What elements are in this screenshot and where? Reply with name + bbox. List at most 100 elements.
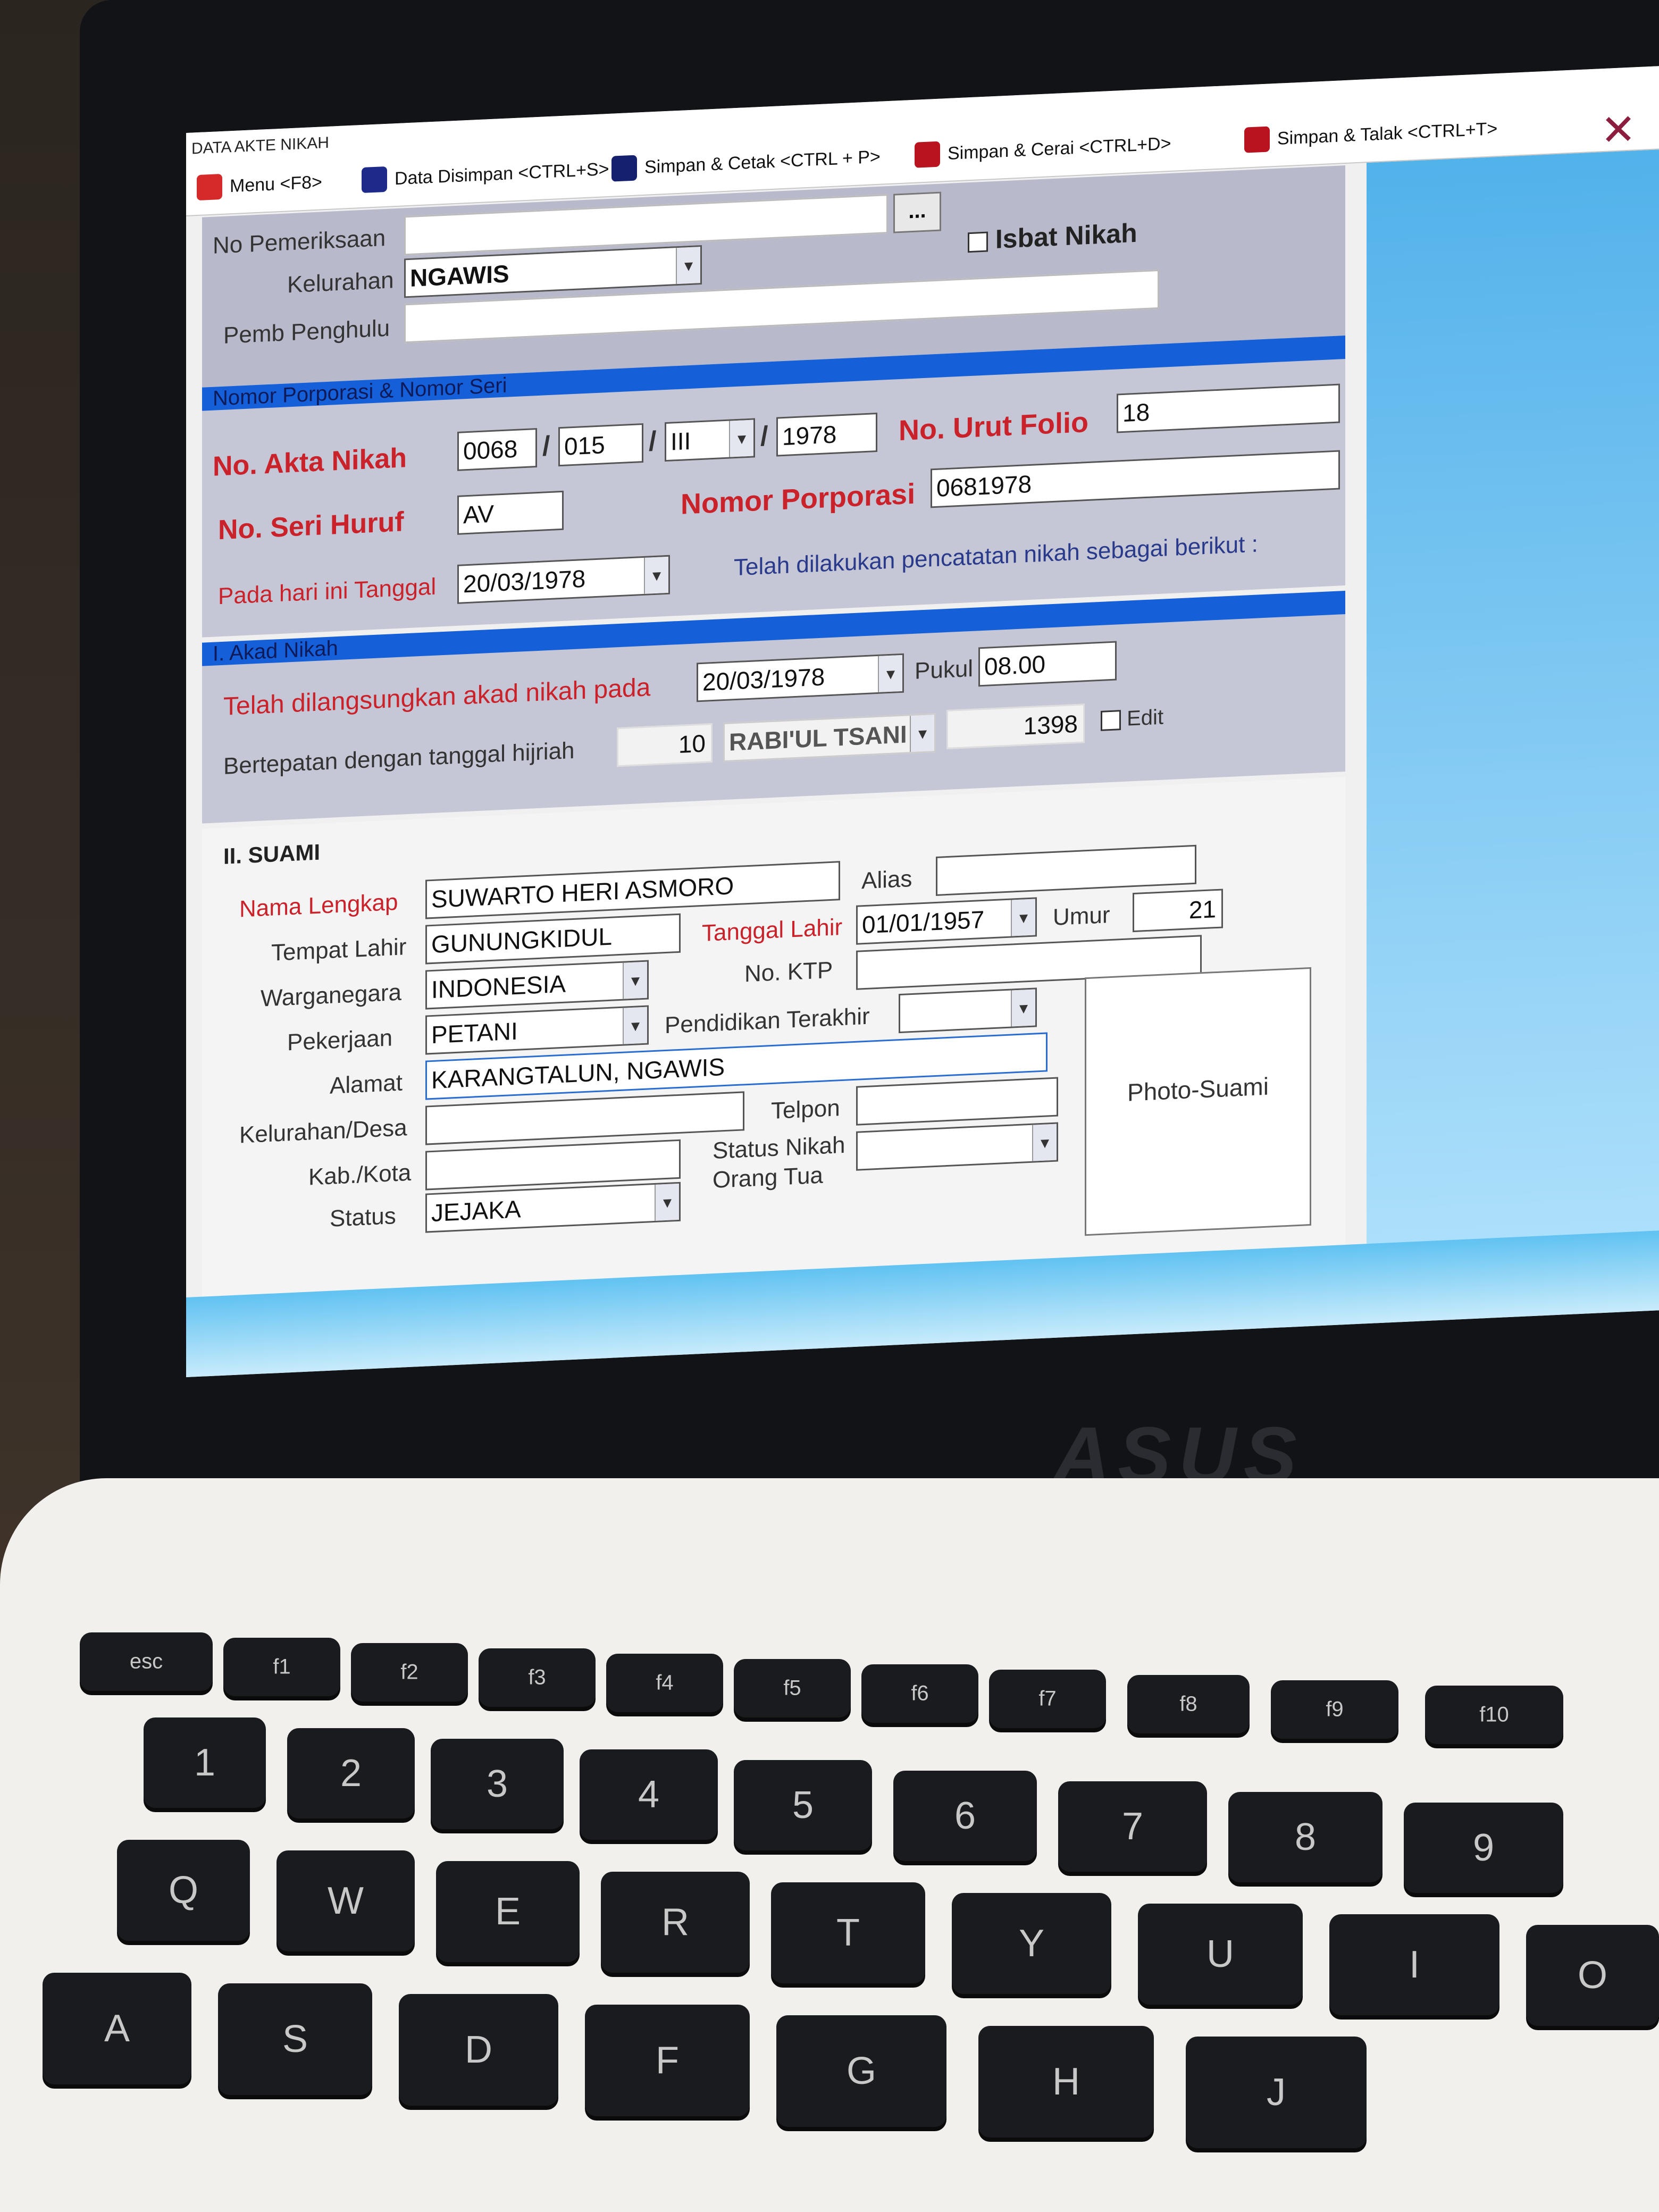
telpon-input[interactable] (856, 1077, 1058, 1126)
key-a[interactable]: A (43, 1973, 191, 2084)
key-4[interactable]: 4 (580, 1749, 718, 1840)
key-f6[interactable]: f6 (861, 1664, 978, 1723)
key-f8[interactable]: f8 (1127, 1675, 1250, 1733)
seri-huruf-input[interactable]: AV (457, 490, 564, 535)
simpan-talak-button[interactable]: Simpan & Talak <CTRL+T> (1244, 116, 1497, 153)
nama-lengkap-input[interactable]: SUWARTO HERI ASMORO (425, 861, 840, 919)
status-nikah-label: Status Nikah (713, 1132, 845, 1164)
key-j[interactable]: J (1186, 2037, 1367, 2148)
key-1[interactable]: 1 (144, 1717, 266, 1808)
menu-button[interactable]: Menu <F8> (197, 169, 322, 201)
key-h[interactable]: H (978, 2026, 1154, 2138)
nomor-porporasi-input[interactable]: 0681978 (931, 450, 1340, 508)
key-s[interactable]: S (218, 1983, 372, 2095)
pendidikan-select[interactable]: ▾ (899, 987, 1037, 1034)
chevron-down-icon[interactable]: ▾ (1011, 899, 1035, 936)
key-5[interactable]: 5 (734, 1760, 872, 1850)
tanggal-lahir-select[interactable]: 01/01/1957 ▾ (856, 897, 1037, 945)
pukul-input[interactable]: 08.00 (978, 641, 1117, 687)
key-f5[interactable]: f5 (734, 1659, 851, 1717)
browse-button[interactable]: ... (893, 191, 941, 233)
akta-part-2[interactable]: 015 (558, 423, 643, 467)
chevron-down-icon[interactable]: ▾ (1032, 1124, 1057, 1161)
isbat-nikah-checkbox[interactable]: Isbat Nikah (968, 217, 1137, 256)
tanggal-select[interactable]: 20/03/1978 ▾ (457, 555, 670, 604)
alias-input[interactable] (936, 844, 1196, 896)
akta-part-4[interactable]: 1978 (776, 412, 877, 457)
data-disimpan-button[interactable]: Data Disimpan <CTRL+S> (362, 156, 609, 194)
status-select[interactable]: JEJAKA ▾ (425, 1182, 681, 1233)
chevron-down-icon[interactable]: ▾ (1011, 989, 1035, 1027)
simpan-cerai-button[interactable]: Simpan & Cerai <CTRL+D> (915, 131, 1171, 168)
umur-input[interactable]: 21 (1133, 889, 1223, 933)
close-icon[interactable]: ✕ (1601, 104, 1636, 155)
key-y[interactable]: Y (952, 1893, 1111, 1994)
edit-checkbox[interactable]: Edit (1101, 706, 1163, 732)
kab-kota-input[interactable] (425, 1139, 681, 1191)
key-o[interactable]: O (1526, 1925, 1659, 2026)
pekerjaan-select[interactable]: PETANI ▾ (425, 1005, 649, 1055)
key-f9[interactable]: f9 (1271, 1680, 1398, 1739)
urut-folio-input[interactable]: 18 (1117, 383, 1340, 433)
key-f10[interactable]: f10 (1425, 1686, 1563, 1744)
key-f3[interactable]: f3 (479, 1648, 596, 1707)
chevron-down-icon[interactable]: ▾ (623, 961, 647, 999)
key-6[interactable]: 6 (893, 1771, 1037, 1861)
key-f2[interactable]: f2 (351, 1643, 468, 1702)
simpan-talak-label: Simpan & Talak <CTRL+T> (1277, 118, 1498, 149)
kelurahan-desa-label: Kelurahan/Desa (239, 1115, 407, 1149)
simpan-cerai-label: Simpan & Cerai <CTRL+D> (948, 133, 1171, 164)
simpan-cetak-button[interactable]: Simpan & Cetak <CTRL + P> (611, 144, 881, 182)
key-q[interactable]: Q (117, 1840, 250, 1941)
alias-label: Alias (861, 865, 912, 894)
akta-part-1[interactable]: 0068 (457, 428, 537, 471)
key-2[interactable]: 2 (287, 1728, 415, 1819)
key-u[interactable]: U (1138, 1904, 1303, 2005)
chevron-down-icon[interactable]: ▾ (655, 1183, 679, 1221)
tanggal-value: 20/03/1978 (463, 564, 586, 598)
hijriah-month-select[interactable]: RABI'UL TSANI ▾ (723, 713, 936, 763)
checkbox-icon[interactable] (1101, 710, 1121, 732)
warganegara-value: INDONESIA (431, 969, 566, 1004)
no-pemeriksaan-input[interactable] (404, 194, 888, 256)
chevron-down-icon[interactable]: ▾ (676, 247, 700, 284)
key-f7[interactable]: f7 (989, 1670, 1106, 1728)
key-9[interactable]: 9 (1404, 1803, 1563, 1893)
checkbox-icon[interactable] (968, 231, 988, 253)
pukul-label: Pukul (915, 655, 974, 684)
tempat-lahir-input[interactable]: GUNUNGKIDUL (425, 913, 681, 965)
akta-part-3-select[interactable]: III ▾ (665, 418, 755, 462)
key-e[interactable]: E (436, 1861, 580, 1962)
pekerjaan-label: Pekerjaan (287, 1025, 393, 1056)
chevron-down-icon[interactable]: ▾ (644, 556, 668, 594)
key-w[interactable]: W (276, 1850, 415, 1951)
chevron-down-icon[interactable]: ▾ (910, 715, 934, 752)
key-7[interactable]: 7 (1058, 1781, 1207, 1872)
chevron-down-icon[interactable]: ▾ (878, 655, 902, 692)
edit-label: Edit (1127, 705, 1164, 731)
key-f[interactable]: F (585, 2005, 750, 2116)
chevron-down-icon[interactable]: ▾ (623, 1007, 647, 1044)
key-g[interactable]: G (776, 2015, 946, 2127)
nomor-porporasi-label: Nomor Porporasi (681, 477, 916, 521)
warganegara-select[interactable]: INDONESIA ▾ (425, 960, 649, 1010)
key-f4[interactable]: f4 (606, 1654, 723, 1712)
chevron-down-icon[interactable]: ▾ (729, 420, 753, 457)
key-3[interactable]: 3 (431, 1739, 564, 1829)
status-nikah-select[interactable]: ▾ (856, 1122, 1058, 1171)
key-d[interactable]: D (399, 1994, 558, 2106)
key-i[interactable]: I (1329, 1914, 1499, 2015)
kelurahan-desa-input[interactable] (425, 1091, 744, 1145)
key-r[interactable]: R (601, 1872, 750, 1973)
photo-suami-box[interactable]: Photo-Suami (1085, 967, 1311, 1236)
menu-label: Menu <F8> (230, 171, 322, 196)
no-pemeriksaan-label: No Pemeriksaan (213, 224, 386, 259)
key-esc[interactable]: esc (80, 1632, 213, 1691)
key-f1[interactable]: f1 (223, 1638, 340, 1696)
key-t[interactable]: T (771, 1882, 925, 1983)
people-icon (915, 141, 940, 168)
key-8[interactable]: 8 (1228, 1792, 1382, 1882)
hijriah-day-input[interactable]: 10 (617, 723, 713, 767)
dilangsungkan-select[interactable]: 20/03/1978 ▾ (697, 653, 904, 702)
hijriah-year-input[interactable]: 1398 (946, 703, 1085, 750)
